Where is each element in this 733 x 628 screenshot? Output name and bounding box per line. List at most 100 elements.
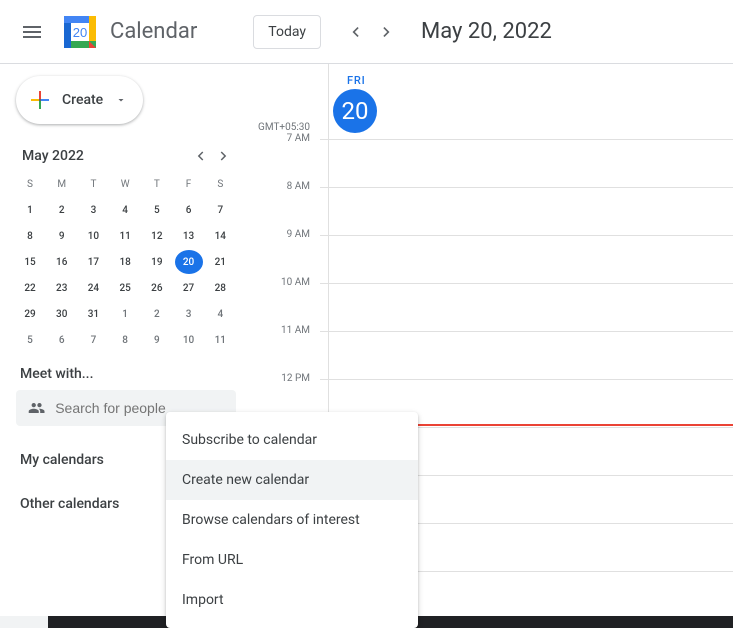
- minical-day[interactable]: 22: [16, 276, 44, 300]
- minical-day[interactable]: 4: [111, 198, 139, 222]
- hour-line: [320, 331, 733, 332]
- today-button[interactable]: Today: [253, 15, 321, 49]
- minical-day[interactable]: 3: [79, 198, 107, 222]
- hour-line: [320, 187, 733, 188]
- minical-day[interactable]: 1: [111, 302, 139, 326]
- minical-grid: SMTWTFS123456789101112131415161718192021…: [16, 172, 236, 352]
- svg-text:20: 20: [73, 25, 87, 40]
- app-logo[interactable]: 20 Calendar: [60, 12, 197, 52]
- meet-with-label: Meet with...: [20, 366, 236, 382]
- minical-dow: M: [48, 172, 76, 196]
- chevron-left-icon: [345, 22, 365, 42]
- minical-day[interactable]: 10: [175, 328, 203, 352]
- minical-day[interactable]: 7: [79, 328, 107, 352]
- chevron-right-icon: [215, 147, 233, 165]
- minical-dow: T: [143, 172, 171, 196]
- hour-label: 10 AM: [248, 277, 310, 288]
- minical-day[interactable]: 5: [16, 328, 44, 352]
- minical-day[interactable]: 11: [206, 328, 234, 352]
- chevron-left-icon: [191, 147, 209, 165]
- date-nav: [339, 16, 403, 48]
- timezone-label: GMT+05:30: [248, 122, 310, 133]
- chevron-down-icon: [115, 94, 127, 106]
- minical-day[interactable]: 6: [48, 328, 76, 352]
- day-number[interactable]: 20: [333, 89, 377, 133]
- plus-icon: [28, 88, 52, 112]
- chevron-right-icon: [377, 22, 397, 42]
- minical-day[interactable]: 6: [175, 198, 203, 222]
- minical-next-button[interactable]: [212, 144, 236, 168]
- minical-day[interactable]: 7: [206, 198, 234, 222]
- minical-day[interactable]: 4: [206, 302, 234, 326]
- next-day-button[interactable]: [371, 16, 403, 48]
- hour-row[interactable]: 10 AM: [248, 283, 733, 331]
- minical-day[interactable]: 11: [111, 224, 139, 248]
- minical-day[interactable]: 30: [48, 302, 76, 326]
- app-header: 20 Calendar Today May 20, 2022: [0, 0, 733, 64]
- calendar-logo-icon: 20: [60, 12, 100, 52]
- minical-day[interactable]: 25: [111, 276, 139, 300]
- day-column-header[interactable]: FRI 20: [333, 74, 733, 133]
- header-date[interactable]: May 20, 2022: [421, 19, 552, 44]
- minical-day[interactable]: 16: [48, 250, 76, 274]
- create-button[interactable]: Create: [16, 76, 143, 124]
- minical-day[interactable]: 15: [16, 250, 44, 274]
- minical-dow: S: [16, 172, 44, 196]
- minical-day[interactable]: 10: [79, 224, 107, 248]
- menu-item[interactable]: From URL: [166, 540, 418, 580]
- minical-dow: T: [79, 172, 107, 196]
- hour-line: [320, 379, 733, 380]
- hour-row[interactable]: 11 AM: [248, 331, 733, 379]
- minical-day[interactable]: 12: [143, 224, 171, 248]
- menu-item[interactable]: Import: [166, 580, 418, 620]
- day-of-week: FRI: [347, 74, 366, 87]
- minical-day[interactable]: 2: [48, 198, 76, 222]
- minical-month[interactable]: May 2022: [16, 148, 84, 164]
- hour-row[interactable]: 8 AM: [248, 187, 733, 235]
- minical-day[interactable]: 26: [143, 276, 171, 300]
- minical-day[interactable]: 2: [143, 302, 171, 326]
- minical-day[interactable]: 13: [175, 224, 203, 248]
- minical-nav: [188, 144, 236, 168]
- minical-day[interactable]: 19: [143, 250, 171, 274]
- hour-label: 8 AM: [248, 181, 310, 192]
- minical-day[interactable]: 27: [175, 276, 203, 300]
- add-calendar-menu: Subscribe to calendarCreate new calendar…: [166, 412, 418, 628]
- minical-day[interactable]: 3: [175, 302, 203, 326]
- app-name: Calendar: [110, 19, 197, 44]
- minical-day[interactable]: 21: [206, 250, 234, 274]
- other-calendars-label: Other calendars: [20, 496, 119, 512]
- minical-day[interactable]: 8: [16, 224, 44, 248]
- hour-row[interactable]: 7 AM: [248, 139, 733, 187]
- hour-label: 12 PM: [248, 373, 310, 384]
- minical-dow: S: [206, 172, 234, 196]
- minical-dow: F: [175, 172, 203, 196]
- minical-prev-button[interactable]: [188, 144, 212, 168]
- hour-label: 7 AM: [248, 133, 310, 144]
- menu-item[interactable]: Create new calendar: [166, 460, 418, 500]
- minical-day[interactable]: 31: [79, 302, 107, 326]
- hour-row[interactable]: 9 AM: [248, 235, 733, 283]
- minical-day[interactable]: 20: [175, 250, 203, 274]
- menu-item[interactable]: Browse calendars of interest: [166, 500, 418, 540]
- hour-label: 11 AM: [248, 325, 310, 336]
- minical-day[interactable]: 24: [79, 276, 107, 300]
- minical-day[interactable]: 9: [48, 224, 76, 248]
- prev-day-button[interactable]: [339, 16, 371, 48]
- minical-day[interactable]: 5: [143, 198, 171, 222]
- minical-header: May 2022: [16, 144, 236, 168]
- minical-day[interactable]: 1: [16, 198, 44, 222]
- main-menu-button[interactable]: [8, 8, 56, 56]
- hour-line: [320, 139, 733, 140]
- minical-day[interactable]: 8: [111, 328, 139, 352]
- menu-item[interactable]: Subscribe to calendar: [166, 420, 418, 460]
- minical-day[interactable]: 17: [79, 250, 107, 274]
- minical-day[interactable]: 23: [48, 276, 76, 300]
- minical-dow: W: [111, 172, 139, 196]
- minical-day[interactable]: 14: [206, 224, 234, 248]
- hour-line: [320, 235, 733, 236]
- minical-day[interactable]: 28: [206, 276, 234, 300]
- minical-day[interactable]: 18: [111, 250, 139, 274]
- minical-day[interactable]: 9: [143, 328, 171, 352]
- minical-day[interactable]: 29: [16, 302, 44, 326]
